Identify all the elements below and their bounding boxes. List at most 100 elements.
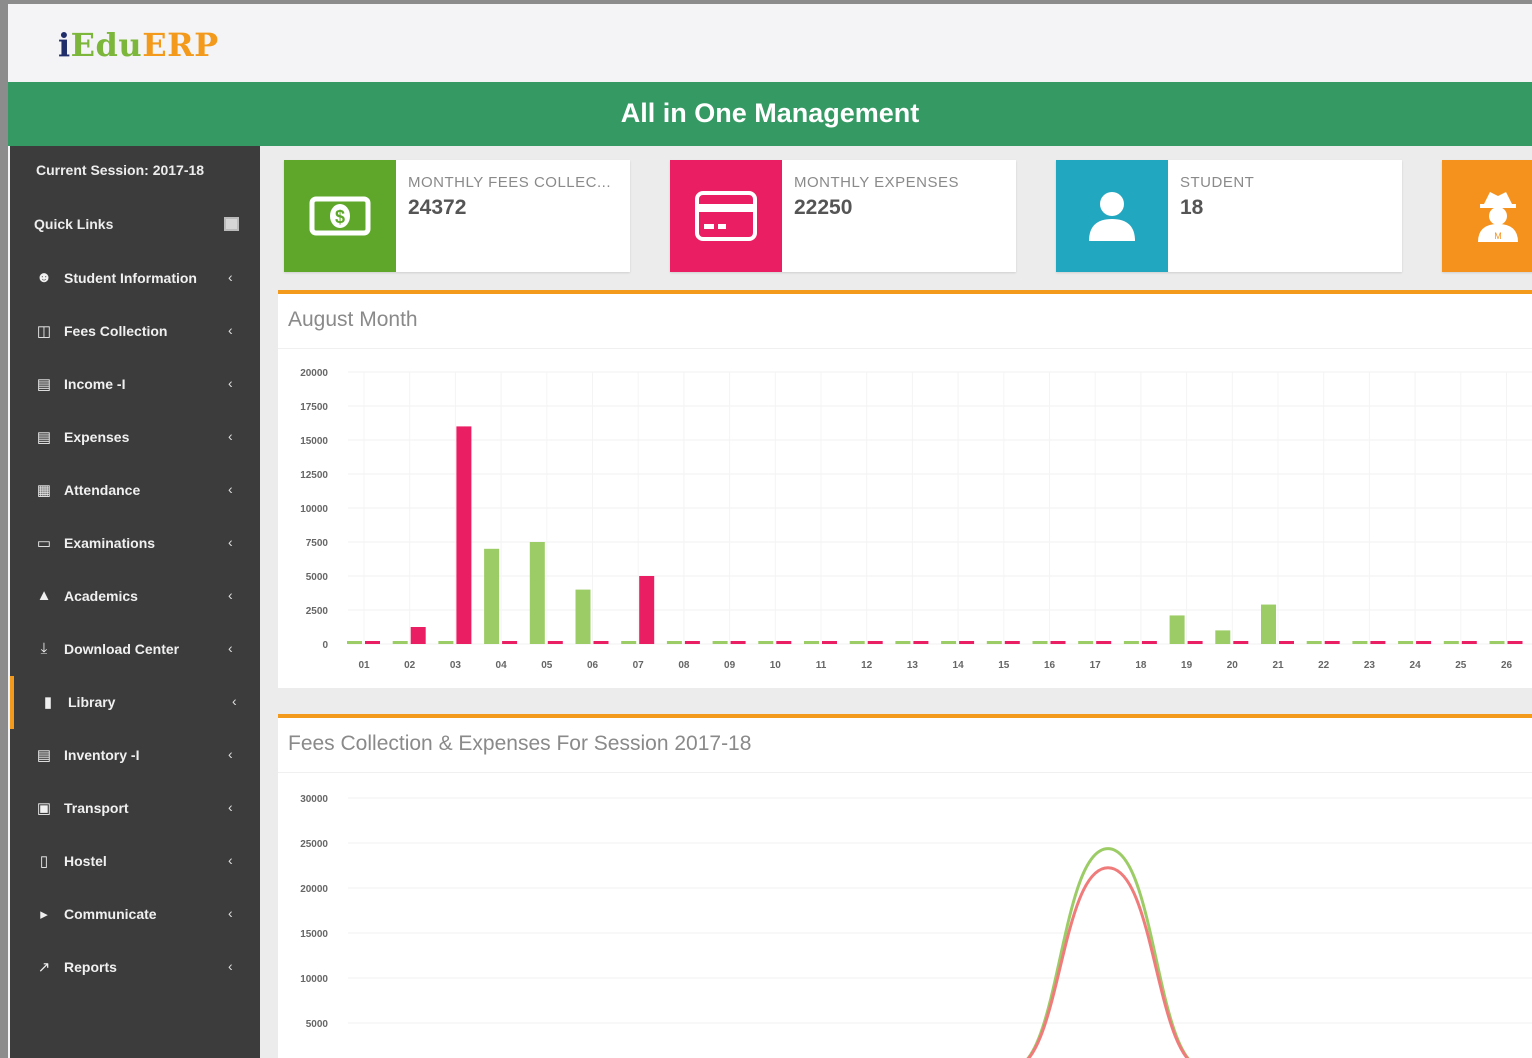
sidebar-item-download-center[interactable]: ⤓ Download Center ‹: [10, 623, 260, 676]
user-secret-icon: M: [1442, 160, 1532, 272]
chevron-left-icon: ‹: [228, 905, 233, 921]
bar: [959, 641, 975, 644]
credit-card-icon: ▤: [36, 747, 52, 764]
chevron-left-icon: ‹: [228, 587, 233, 603]
quick-links-label[interactable]: Quick Links: [34, 216, 113, 232]
x-tick-label: 01: [358, 660, 370, 671]
sidebar-item-label: Student Information: [64, 270, 197, 286]
august-bar-chart: 20000 17500 15000 12500 10000 7500 5000 2500 0 01…: [300, 368, 1532, 671]
chevron-left-icon: ‹: [232, 693, 237, 709]
series-line: [1026, 866, 1190, 1058]
chevron-left-icon: ‹: [228, 269, 233, 285]
bar: [913, 641, 929, 644]
chevron-left-icon: ‹: [228, 322, 233, 338]
bar: [1324, 641, 1340, 644]
sidebar-item-academics[interactable]: ▲ Academics ‹: [10, 570, 260, 623]
sidebar-item-reports[interactable]: ↗ Reports ‹: [10, 941, 260, 994]
chevron-left-icon: ‹: [228, 640, 233, 656]
svg-text:$: $: [335, 207, 345, 227]
sidebar-item-attendance[interactable]: ▦ Attendance ‹: [10, 464, 260, 517]
bar: [529, 542, 545, 644]
bar: [1215, 630, 1231, 644]
sidebar-item-transport[interactable]: ▣ Transport ‹: [10, 782, 260, 835]
map-icon: ▭: [36, 535, 52, 552]
stat-card[interactable]: M: [1442, 160, 1532, 272]
credit-card-icon: [670, 160, 782, 272]
sidebar: Current Session: 2017-18 Quick Links ☻ St…: [10, 146, 260, 1058]
bar: [456, 426, 472, 644]
bar: [1141, 641, 1157, 644]
stat-card-value: 22250: [794, 196, 853, 219]
stat-card[interactable]: STUDENT 18: [1056, 160, 1402, 272]
stat-card-value: 24372: [408, 196, 467, 219]
stat-card[interactable]: $ MONTHLY FEES COLLEC... 24372: [284, 160, 630, 272]
bar: [804, 641, 819, 644]
bar: [986, 641, 1002, 644]
sidebar-item-fees-collection[interactable]: ◫ Fees Collection ‹: [10, 305, 260, 358]
sidebar-item-communicate[interactable]: ▸ Communicate ‹: [10, 888, 260, 941]
bus-icon: ▣: [36, 800, 52, 817]
bar: [365, 641, 380, 644]
line-chart-icon: ↗: [37, 959, 51, 976]
sidebar-item-examinations[interactable]: ▭ Examinations ‹: [10, 517, 260, 570]
session-line-chart: 30000 25000 20000 15000 10000 5000: [300, 794, 1532, 1058]
sidebar-item-label: Examinations: [64, 535, 156, 551]
x-tick-label: 12: [861, 660, 873, 671]
stat-card-value: 18: [1180, 196, 1204, 219]
chevron-left-icon: ‹: [228, 958, 233, 974]
bar: [1096, 641, 1112, 644]
mortarboard-icon: ▲: [36, 587, 52, 604]
sidebar-item-expenses[interactable]: ▤ Expenses ‹: [10, 411, 260, 464]
sidebar-item-label: Reports: [64, 959, 117, 975]
x-tick-label: 22: [1318, 660, 1330, 671]
y-tick-label: 10000: [300, 504, 328, 515]
x-tick-label: 10: [770, 660, 782, 671]
sidebar-item-label: Attendance: [64, 482, 141, 498]
sidebar-item-library[interactable]: ▮ Library ‹: [10, 676, 260, 729]
logo-edu: Edu: [70, 26, 143, 64]
bar: [502, 641, 518, 644]
sidebar-item-inventory-i[interactable]: ▤ Inventory -I ‹: [10, 729, 260, 782]
stat-card-label: STUDENT: [1180, 174, 1255, 191]
bar: [1370, 641, 1386, 644]
x-tick-label: 17: [1090, 660, 1102, 671]
bar: [410, 627, 426, 644]
sidebar-item-student-information[interactable]: ☻ Student Information ‹: [10, 252, 260, 305]
august-chart-panel: August Month 20000 17500 15000 12500 10000 75…: [278, 290, 1532, 688]
bar: [1004, 641, 1020, 644]
bar: [347, 641, 362, 644]
main-content: $ MONTHLY FEES COLLEC... 24372 MONTHLY EXPE…: [260, 146, 1532, 1058]
bar: [1233, 641, 1249, 644]
bar: [1352, 641, 1368, 644]
user-icon: ☻: [36, 269, 52, 286]
x-tick-label: 19: [1181, 660, 1193, 671]
sidebar-item-hostel[interactable]: ▯ Hostel ‹: [10, 835, 260, 888]
sidebar-item-income-i[interactable]: ▤ Income -I ‹: [10, 358, 260, 411]
stat-card-label: MONTHLY EXPENSES: [794, 174, 959, 191]
user-icon: [1056, 160, 1168, 272]
chevron-left-icon: ‹: [228, 534, 233, 550]
y-tick-label: 5000: [306, 572, 329, 583]
quick-links-icon[interactable]: [224, 217, 239, 231]
bar: [392, 641, 408, 644]
series-line: [1026, 847, 1190, 1058]
bar: [438, 641, 454, 644]
y-tick-label: 20000: [300, 884, 328, 895]
bar: [1398, 641, 1414, 644]
stat-card[interactable]: MONTHLY EXPENSES 22250: [670, 160, 1016, 272]
bar: [1032, 641, 1048, 644]
bar: [1461, 641, 1477, 644]
app-logo[interactable]: iEduERP: [58, 26, 219, 64]
x-tick-label: 26: [1501, 660, 1513, 671]
sidebar-item-label: Fees Collection: [64, 323, 168, 339]
x-tick-label: 09: [724, 660, 736, 671]
bar: [1279, 641, 1294, 644]
y-tick-label: 0: [322, 640, 328, 651]
sidebar-item-label: Communicate: [64, 906, 157, 922]
y-tick-label: 7500: [306, 538, 329, 549]
y-tick-label: 17500: [300, 402, 328, 413]
logo-i: i: [58, 26, 71, 64]
credit-card-icon: ▤: [36, 376, 52, 393]
money-icon: ◫: [36, 323, 52, 340]
x-tick-label: 21: [1272, 660, 1284, 671]
